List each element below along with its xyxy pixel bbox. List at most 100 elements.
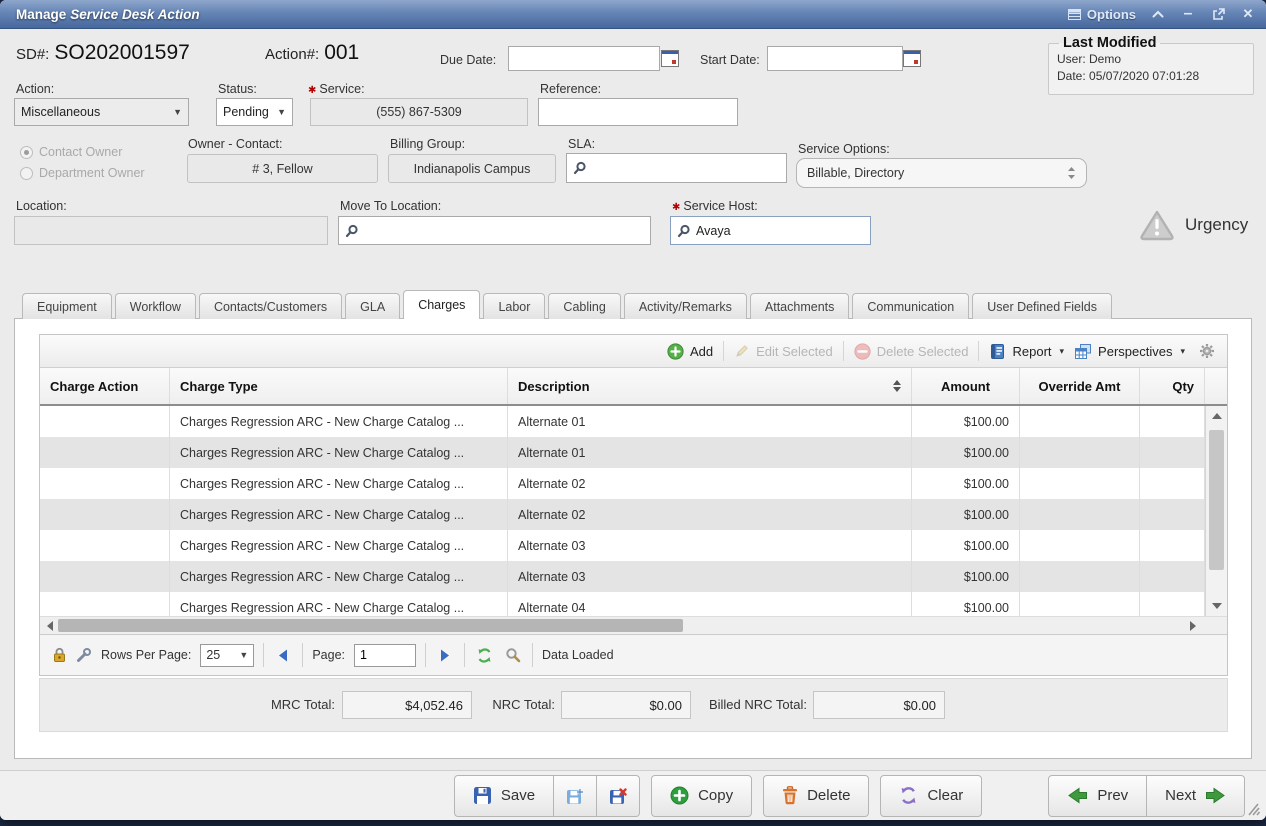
- scroll-down-icon[interactable]: [1206, 598, 1227, 614]
- action-label: Action:: [16, 82, 54, 96]
- save-button[interactable]: Save: [454, 775, 554, 817]
- tab-workflow[interactable]: Workflow: [115, 293, 196, 319]
- pager-separator: [425, 643, 426, 667]
- table-row[interactable]: Charges Regression ARC - New Charge Cata…: [40, 592, 1227, 616]
- edit-selected-button[interactable]: Edit Selected: [734, 343, 833, 359]
- perspectives-menu-button[interactable]: Perspectives ▾: [1074, 343, 1185, 360]
- rows-per-page-select[interactable]: 25 ▼: [200, 644, 254, 667]
- tab-attachments[interactable]: Attachments: [750, 293, 849, 319]
- popout-button[interactable]: [1210, 6, 1226, 22]
- delete-button[interactable]: Delete: [763, 775, 869, 817]
- next-button[interactable]: Next: [1147, 775, 1245, 817]
- owner-contact-field: # 3, Fellow: [187, 154, 378, 183]
- delete-selected-button[interactable]: Delete Selected: [854, 343, 969, 360]
- table-row[interactable]: Charges Regression ARC - New Charge Cata…: [40, 499, 1227, 530]
- last-modified-date: Date: 05/07/2020 07:01:28: [1057, 68, 1245, 85]
- vertical-scrollbar[interactable]: [1205, 406, 1227, 616]
- column-header-amount[interactable]: Amount: [912, 368, 1020, 404]
- cell-charge-type: Charges Regression ARC - New Charge Cata…: [170, 561, 508, 592]
- copy-plus-icon: [670, 786, 689, 805]
- last-modified-panel: Last Modified User: Demo Date: 05/07/202…: [1048, 35, 1254, 95]
- save-and-new-button[interactable]: [554, 775, 597, 817]
- mrc-total-label: MRC Total:: [235, 691, 335, 719]
- prev-next-button-group: Prev Next: [1048, 775, 1245, 817]
- start-date-input[interactable]: [767, 46, 903, 71]
- action-number: Action#: 001: [265, 41, 359, 65]
- resize-handle-icon[interactable]: [1245, 803, 1260, 816]
- due-date-input[interactable]: [508, 46, 660, 71]
- dropdown-arrow-icon: ▼: [277, 107, 286, 117]
- minimize-button[interactable]: –: [1180, 6, 1196, 22]
- sla-search-field[interactable]: [566, 153, 787, 183]
- lock-icon[interactable]: [52, 647, 67, 663]
- scroll-left-icon[interactable]: [42, 617, 58, 634]
- grid-status-text: Data Loaded: [542, 648, 614, 662]
- add-button[interactable]: Add: [667, 343, 713, 360]
- copy-button[interactable]: Copy: [651, 775, 752, 817]
- options-button[interactable]: Options: [1068, 7, 1136, 22]
- close-button[interactable]: ✕: [1240, 6, 1256, 22]
- column-header-charge-action[interactable]: Charge Action: [40, 368, 170, 404]
- previous-page-button[interactable]: [273, 645, 293, 665]
- refresh-button[interactable]: [474, 645, 494, 665]
- cell-charge-type: Charges Regression ARC - New Charge Cata…: [170, 468, 508, 499]
- contact-owner-radio[interactable]: Contact Owner: [20, 145, 122, 159]
- column-header-charge-type[interactable]: Charge Type: [170, 368, 508, 404]
- collapse-button[interactable]: [1150, 6, 1166, 22]
- table-row[interactable]: Charges Regression ARC - New Charge Cata…: [40, 468, 1227, 499]
- save-and-close-button[interactable]: [597, 775, 640, 817]
- page-input[interactable]: [354, 644, 416, 667]
- cell-qty: [1140, 499, 1205, 530]
- tab-communication[interactable]: Communication: [852, 293, 969, 319]
- service-options-select[interactable]: Billable, Directory: [796, 158, 1087, 188]
- tab-cabling[interactable]: Cabling: [548, 293, 620, 319]
- sla-label: SLA:: [568, 137, 595, 151]
- column-header-description[interactable]: Description: [508, 368, 912, 404]
- tab-gla[interactable]: GLA: [345, 293, 400, 319]
- column-header-override-amt[interactable]: Override Amt: [1020, 368, 1140, 404]
- next-page-button[interactable]: [435, 645, 455, 665]
- grid-settings-button[interactable]: [1195, 343, 1215, 359]
- cell-charge-action: [40, 406, 170, 437]
- tab-equipment[interactable]: Equipment: [22, 293, 112, 319]
- move-to-location-search-field[interactable]: [338, 216, 651, 245]
- table-row[interactable]: Charges Regression ARC - New Charge Cata…: [40, 437, 1227, 468]
- report-menu-button[interactable]: Report ▾: [989, 343, 1064, 360]
- service-host-search-field[interactable]: Avaya: [670, 216, 871, 245]
- action-select[interactable]: Miscellaneous ▼: [14, 98, 189, 126]
- status-select[interactable]: Pending ▼: [216, 98, 293, 126]
- cell-charge-type: Charges Regression ARC - New Charge Cata…: [170, 530, 508, 561]
- department-owner-radio[interactable]: Department Owner: [20, 166, 145, 180]
- grid-search-button[interactable]: [503, 645, 523, 665]
- table-row[interactable]: Charges Regression ARC - New Charge Cata…: [40, 406, 1227, 437]
- grid-header-row: Charge Action Charge Type Description Am…: [40, 368, 1227, 406]
- tab-activity-remarks[interactable]: Activity/Remarks: [624, 293, 747, 319]
- table-row[interactable]: Charges Regression ARC - New Charge Cata…: [40, 561, 1227, 592]
- tab-contacts-customers[interactable]: Contacts/Customers: [199, 293, 342, 319]
- rows-per-page-label: Rows Per Page:: [101, 648, 191, 662]
- column-header-qty[interactable]: Qty: [1140, 368, 1205, 404]
- start-date-calendar-icon[interactable]: [903, 50, 921, 67]
- cell-qty: [1140, 406, 1205, 437]
- tab-charges[interactable]: Charges: [403, 290, 480, 319]
- copy-label: Copy: [698, 787, 733, 804]
- grid-toolbar: Add Edit Selected Delete Selected: [40, 335, 1227, 368]
- sort-arrows-icon[interactable]: [893, 380, 901, 392]
- scroll-up-icon[interactable]: [1206, 408, 1227, 424]
- horizontal-scrollbar-thumb[interactable]: [58, 619, 683, 632]
- contact-owner-label: Contact Owner: [39, 145, 122, 159]
- clear-button[interactable]: Clear: [880, 775, 982, 817]
- wrench-icon[interactable]: [76, 647, 92, 663]
- vertical-scrollbar-thumb[interactable]: [1209, 430, 1224, 570]
- dropdown-arrow-icon: ▼: [239, 650, 248, 660]
- reference-input[interactable]: [538, 98, 738, 126]
- tab-user-defined-fields[interactable]: User Defined Fields: [972, 293, 1112, 319]
- prev-button[interactable]: Prev: [1048, 775, 1147, 817]
- urgency-indicator[interactable]: Urgency: [1139, 209, 1248, 241]
- tab-labor[interactable]: Labor: [483, 293, 545, 319]
- scroll-right-icon[interactable]: [1185, 617, 1201, 634]
- horizontal-scrollbar[interactable]: [40, 616, 1227, 634]
- action-select-value: Miscellaneous: [21, 105, 100, 119]
- table-row[interactable]: Charges Regression ARC - New Charge Cata…: [40, 530, 1227, 561]
- due-date-calendar-icon[interactable]: [661, 50, 679, 67]
